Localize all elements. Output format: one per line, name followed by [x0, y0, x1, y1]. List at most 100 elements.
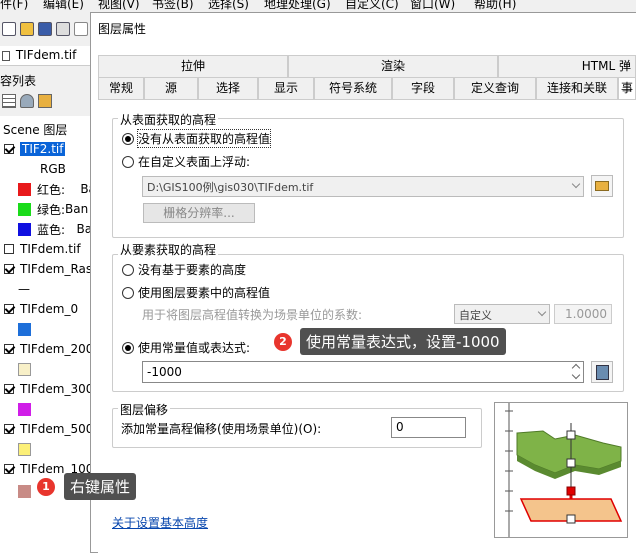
- menu-item-help[interactable]: 帮助(H): [474, 0, 516, 12]
- legend-label: RGB: [40, 162, 66, 176]
- layer-visibility-checkbox[interactable]: [4, 424, 14, 434]
- tab-elevation[interactable]: 事: [618, 77, 636, 99]
- chevron-down-icon[interactable]: [537, 307, 547, 317]
- no-surface-elevation-radio[interactable]: 没有从表面获取的高程值: [122, 129, 272, 148]
- list-by-source-icon[interactable]: [20, 94, 34, 108]
- layer-name[interactable]: TIFdem_Ras: [20, 262, 90, 276]
- elevation-preview: [494, 402, 628, 538]
- layer-name[interactable]: TIFdem.tif: [20, 242, 81, 256]
- tab-fields[interactable]: 字段: [392, 77, 454, 99]
- surface-path-combo[interactable]: D:\GIS100例\gis030\TIFdem.tif: [142, 176, 584, 197]
- list-by-visibility-icon[interactable]: [38, 94, 52, 108]
- tab-joins-relates[interactable]: 连接和关联: [536, 77, 618, 99]
- menu-item-edit[interactable]: 编辑(E): [43, 0, 84, 12]
- layer-tif2[interactable]: TIF2.tif: [4, 140, 66, 158]
- expression-builder-button[interactable]: [591, 361, 613, 383]
- conversion-unit-value: 自定义: [459, 309, 492, 322]
- marker-base: [566, 514, 576, 524]
- layer-tifdem-200[interactable]: TIFdem_200: [4, 340, 90, 358]
- raster-resolution-button[interactable]: 栅格分辨率...: [143, 203, 255, 223]
- radio-label: 没有基于要素的高度: [138, 263, 247, 277]
- menubar: 件(F) 编辑(E) 视图(V) 书签(B) 选择(S) 地理处理(G) 自定义…: [0, 0, 636, 12]
- constant-value: -1000: [147, 365, 182, 379]
- tab-row-2: 常规 源 选择 显示 符号系统 字段 定义查询 连接和关联 事: [98, 77, 636, 99]
- tab-source[interactable]: 源: [144, 77, 198, 99]
- no-feature-height-radio[interactable]: 没有基于要素的高度: [122, 261, 246, 278]
- conversion-unit-combo[interactable]: 自定义: [454, 304, 550, 324]
- layer-name[interactable]: TIFdem_0: [20, 302, 78, 316]
- blue-swatch[interactable]: [18, 222, 31, 236]
- cream-fill-swatch[interactable]: [18, 362, 31, 376]
- menu-item-selection[interactable]: 选择(S): [208, 0, 249, 12]
- browse-surface-button[interactable]: [591, 175, 613, 197]
- float-on-surface-radio[interactable]: 在自定义表面上浮动:: [122, 153, 250, 170]
- layer-tifdem[interactable]: TIFdem.tif: [4, 240, 81, 258]
- layer-name[interactable]: TIFdem_300: [20, 382, 90, 396]
- symbol-item: [18, 400, 37, 418]
- tab-rendering[interactable]: 渲染: [288, 55, 498, 77]
- rose-fill-swatch[interactable]: [18, 484, 31, 498]
- menu-item-view[interactable]: 视图(V): [98, 0, 140, 12]
- tab-display[interactable]: 显示: [258, 77, 314, 99]
- conversion-factor-input[interactable]: 1.0000: [554, 304, 612, 324]
- layer-tifdem-0[interactable]: TIFdem_0: [4, 300, 78, 318]
- layer-visibility-checkbox[interactable]: [4, 244, 14, 254]
- radio-indicator[interactable]: [122, 286, 134, 299]
- yellow-fill-swatch[interactable]: [18, 442, 31, 456]
- layer-visibility-checkbox[interactable]: [4, 464, 14, 474]
- print-icon[interactable]: [56, 22, 70, 36]
- cut-icon[interactable]: [74, 22, 88, 36]
- toc-toolbar: [0, 90, 90, 114]
- layer-name[interactable]: TIF2.tif: [20, 142, 66, 156]
- menu-item-bookmarks[interactable]: 书签(B): [152, 0, 194, 12]
- menu-item-customize[interactable]: 自定义(C): [345, 0, 399, 12]
- offset-input[interactable]: 0: [391, 417, 466, 438]
- layer-name[interactable]: TIFdem_200: [20, 342, 90, 356]
- layer-visibility-checkbox[interactable]: [4, 384, 14, 394]
- radio-indicator[interactable]: [122, 155, 134, 168]
- blue-fill-swatch[interactable]: [18, 322, 31, 336]
- list-by-drawing-order-icon[interactable]: [2, 94, 16, 108]
- tab-general[interactable]: 常规: [98, 77, 144, 99]
- radio-indicator[interactable]: [122, 132, 134, 145]
- radio-label: 使用图层要素中的高程值: [138, 286, 271, 300]
- dialog-title: 图层属性: [98, 22, 147, 36]
- layer-tifdem-ras[interactable]: TIFdem_Ras: [4, 260, 90, 278]
- radio-indicator[interactable]: [122, 263, 134, 276]
- tab-selection[interactable]: 选择: [198, 77, 258, 99]
- constant-or-expression-radio[interactable]: 使用常量值或表达式:: [122, 339, 250, 356]
- constant-value-input[interactable]: -1000: [142, 361, 584, 383]
- tab-extrusion[interactable]: 拉伸: [98, 55, 288, 77]
- open-folder-icon[interactable]: [20, 22, 34, 36]
- line-symbol[interactable]: —: [18, 282, 30, 296]
- chevron-down-icon[interactable]: [571, 179, 581, 189]
- new-icon[interactable]: [2, 22, 16, 36]
- document-tab[interactable]: TIFdem.tif: [0, 46, 90, 66]
- step-1-callout: 右键属性: [64, 473, 137, 500]
- green-swatch[interactable]: [18, 202, 31, 216]
- radio-indicator[interactable]: [122, 341, 134, 354]
- menu-item-file[interactable]: 件(F): [0, 0, 28, 12]
- layer-visibility-checkbox[interactable]: [4, 304, 14, 314]
- base-height-help-link[interactable]: 关于设置基本高度: [112, 514, 208, 531]
- layer-elevation-values-radio[interactable]: 使用图层要素中的高程值: [122, 284, 270, 301]
- layer-visibility-checkbox[interactable]: [4, 344, 14, 354]
- symbol-item: [18, 360, 37, 378]
- layer-tifdem-500[interactable]: TIFdem_500: [4, 420, 90, 438]
- spin-down-icon[interactable]: [571, 370, 581, 380]
- menu-item-window[interactable]: 窗口(W): [410, 0, 455, 12]
- layer-visibility-checkbox[interactable]: [4, 144, 14, 154]
- layer-tifdem-300[interactable]: TIFdem_300: [4, 380, 90, 398]
- purple-fill-swatch[interactable]: [18, 402, 31, 416]
- menu-item-geoprocessing[interactable]: 地理处理(G): [264, 0, 331, 12]
- tab-definition-query[interactable]: 定义查询: [454, 77, 536, 99]
- tab-html-popup[interactable]: HTML 弹: [498, 55, 636, 77]
- save-icon[interactable]: [38, 22, 52, 36]
- toc-title-label: 容列表: [0, 74, 37, 88]
- calculator-icon: [595, 365, 609, 380]
- layer-visibility-checkbox[interactable]: [4, 264, 14, 274]
- layer-name[interactable]: TIFdem_500: [20, 422, 90, 436]
- legend-item-blue: 蓝色: Ba: [18, 220, 90, 238]
- red-swatch[interactable]: [18, 182, 31, 196]
- tab-symbology[interactable]: 符号系统: [314, 77, 392, 99]
